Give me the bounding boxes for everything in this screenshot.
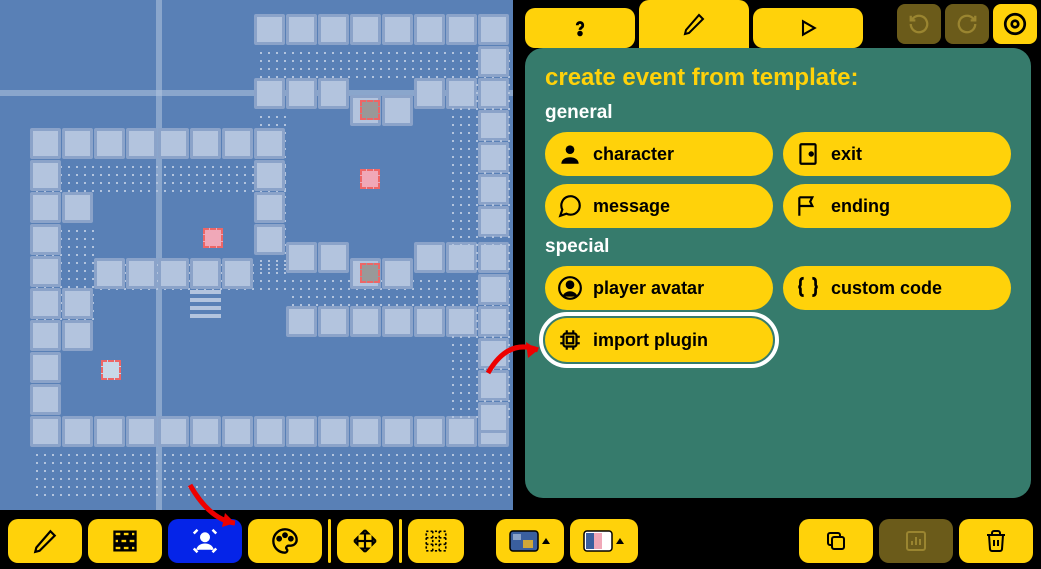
delete-button[interactable] — [959, 519, 1033, 563]
tiles-tool[interactable] — [88, 519, 162, 563]
section-general: general — [545, 102, 1011, 124]
character-button[interactable]: character — [545, 132, 773, 176]
player-avatar-button[interactable]: player avatar — [545, 266, 773, 310]
undo-button[interactable] — [897, 4, 941, 44]
record-button[interactable] — [993, 4, 1037, 44]
ending-button[interactable]: ending — [783, 184, 1011, 228]
message-button[interactable]: message — [545, 184, 773, 228]
map-sprite[interactable] — [360, 169, 380, 189]
stats-button[interactable] — [879, 519, 953, 563]
btn-label: ending — [831, 196, 890, 217]
map-editor[interactable] — [0, 0, 513, 510]
map-sprite[interactable] — [203, 228, 223, 248]
colors-picker[interactable] — [570, 519, 638, 563]
map-sprite[interactable] — [360, 100, 380, 120]
tab-play[interactable] — [753, 8, 863, 48]
btn-label: custom code — [831, 278, 942, 299]
tab-edit[interactable] — [639, 0, 749, 48]
grid-tool[interactable] — [408, 519, 464, 563]
btn-label: message — [593, 196, 670, 217]
btn-label: import plugin — [593, 330, 708, 351]
separator — [399, 519, 402, 563]
move-tool[interactable] — [337, 519, 393, 563]
exit-button[interactable]: exit — [783, 132, 1011, 176]
template-panel: create event from template: general char… — [525, 48, 1031, 498]
panel-title: create event from template: — [545, 64, 1011, 92]
events-tool[interactable] — [168, 519, 242, 563]
room-picker[interactable] — [496, 519, 564, 563]
copy-button[interactable] — [799, 519, 873, 563]
bottom-toolbar — [0, 513, 1041, 569]
section-special: special — [545, 236, 1011, 258]
map-sprite[interactable] — [360, 263, 380, 283]
custom-code-button[interactable]: custom code — [783, 266, 1011, 310]
btn-label: player avatar — [593, 278, 704, 299]
redo-button[interactable] — [945, 4, 989, 44]
import-plugin-button[interactable]: import plugin — [545, 318, 773, 362]
btn-label: exit — [831, 144, 862, 165]
palette-tool[interactable] — [248, 519, 322, 563]
draw-tool[interactable] — [8, 519, 82, 563]
separator — [328, 519, 331, 563]
map-sprite[interactable] — [101, 360, 121, 380]
event-panel: create event from template: general char… — [513, 0, 1041, 510]
btn-label: character — [593, 144, 674, 165]
tab-help[interactable] — [525, 8, 635, 48]
